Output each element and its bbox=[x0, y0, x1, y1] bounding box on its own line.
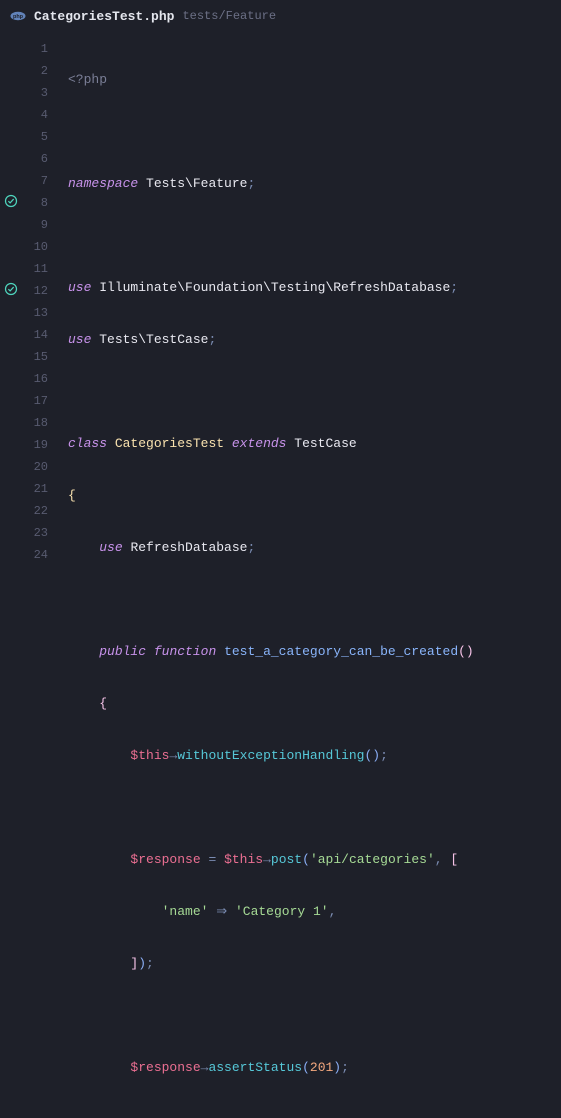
code-line: use Illuminate\Foundation\Testing\Refres… bbox=[68, 276, 561, 298]
line-number: 18 bbox=[34, 412, 48, 434]
line-number: 21 bbox=[34, 478, 48, 500]
line-number: 10 bbox=[34, 236, 48, 258]
editor-tab-bar: php CategoriesTest.php tests/Feature bbox=[0, 0, 561, 32]
code-line bbox=[68, 588, 561, 610]
code-editor[interactable]: 1 2 3 4 5 6 7 8 9 10 11 12 13 14 15 16 1… bbox=[0, 32, 561, 1118]
code-line bbox=[68, 1108, 561, 1118]
code-line: <?php bbox=[68, 68, 561, 90]
code-line: $this→withoutExceptionHandling(); bbox=[68, 744, 561, 766]
line-number: 16 bbox=[34, 368, 48, 390]
line-number: 5 bbox=[41, 126, 48, 148]
tab-filename[interactable]: CategoriesTest.php bbox=[34, 9, 174, 24]
code-line bbox=[68, 796, 561, 818]
php-file-icon: php bbox=[10, 8, 26, 24]
code-line: use RefreshDatabase; bbox=[68, 536, 561, 558]
code-line: 'name' ⇒ 'Category 1', bbox=[68, 900, 561, 922]
line-number-gutter: 1 2 3 4 5 6 7 8 9 10 11 12 13 14 15 16 1… bbox=[22, 38, 54, 1118]
line-number: 1 bbox=[41, 38, 48, 60]
code-line: ]); bbox=[68, 952, 561, 974]
line-number: 2 bbox=[41, 60, 48, 82]
code-area[interactable]: <?php namespace Tests\Feature; use Illum… bbox=[54, 38, 561, 1118]
code-line: public function test_a_category_can_be_c… bbox=[68, 640, 561, 662]
svg-text:php: php bbox=[13, 14, 24, 20]
line-number: 14 bbox=[34, 324, 48, 346]
line-number: 4 bbox=[41, 104, 48, 126]
line-number: 13 bbox=[34, 302, 48, 324]
code-line: $response→assertStatus(201); bbox=[68, 1056, 561, 1078]
line-number: 7 bbox=[41, 170, 48, 192]
line-number: 9 bbox=[41, 214, 48, 236]
line-number: 23 bbox=[34, 522, 48, 544]
line-number: 12 bbox=[34, 280, 48, 302]
code-line bbox=[68, 224, 561, 246]
line-number: 24 bbox=[34, 544, 48, 566]
code-line: { bbox=[68, 692, 561, 714]
code-line: class CategoriesTest extends TestCase bbox=[68, 432, 561, 454]
code-line: use Tests\TestCase; bbox=[68, 328, 561, 350]
code-line: namespace Tests\Feature; bbox=[68, 172, 561, 194]
code-line bbox=[68, 1004, 561, 1026]
line-number: 6 bbox=[41, 148, 48, 170]
line-number: 11 bbox=[34, 258, 48, 280]
line-number: 3 bbox=[41, 82, 48, 104]
gutter-markers bbox=[0, 38, 22, 1118]
line-number: 22 bbox=[34, 500, 48, 522]
tab-path: tests/Feature bbox=[182, 9, 276, 23]
test-pass-icon bbox=[4, 194, 18, 212]
code-line: { bbox=[68, 484, 561, 506]
code-line: $response = $this→post('api/categories',… bbox=[68, 848, 561, 870]
line-number: 15 bbox=[34, 346, 48, 368]
line-number: 20 bbox=[34, 456, 48, 478]
test-pass-icon bbox=[4, 282, 18, 300]
line-number: 19 bbox=[34, 434, 48, 456]
line-number: 8 bbox=[41, 192, 48, 214]
code-line bbox=[68, 380, 561, 402]
line-number: 17 bbox=[34, 390, 48, 412]
code-line bbox=[68, 120, 561, 142]
